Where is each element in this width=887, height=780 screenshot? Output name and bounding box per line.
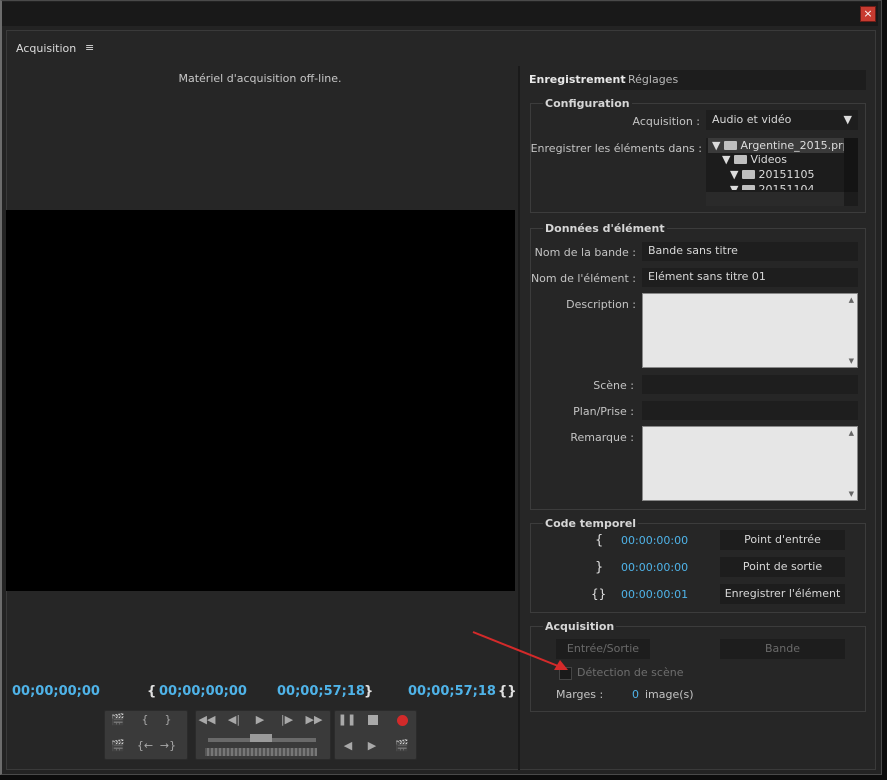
video-preview — [6, 210, 515, 591]
step-forward-icon[interactable]: |▶ — [277, 713, 297, 726]
acquisition-dropdown[interactable]: Audio et vidéo ▼ — [706, 110, 858, 130]
tree-item-project[interactable]: ▼ Argentine_2015.prp — [712, 139, 844, 152]
goto-in-point-button[interactable]: {← — [135, 739, 155, 752]
in-point-value[interactable]: 00:00:00:00 — [621, 534, 688, 547]
clip-name-label: Nom de l'élément : — [530, 272, 636, 285]
scroll-up-icon[interactable]: ▲ — [849, 296, 854, 304]
folder-icon — [741, 170, 755, 179]
current-timecode[interactable]: 00;00;00;00 — [12, 684, 100, 699]
acquisition-label: Acquisition : — [632, 115, 700, 128]
config-title: Configuration — [543, 97, 632, 110]
duration-icon: {} — [498, 684, 517, 699]
description-field[interactable]: ▲ ▼ — [642, 293, 858, 368]
shot-take-label: Plan/Prise : — [573, 405, 634, 418]
prev-scene-icon[interactable]: ◀ — [338, 739, 358, 752]
out-point-icon: } — [595, 560, 604, 575]
panel-title: Acquisition — [16, 42, 77, 55]
stop-icon[interactable] — [368, 715, 378, 725]
comment-field[interactable]: ▲ ▼ — [642, 426, 858, 501]
tape-name-field[interactable]: Bande sans titre — [642, 242, 858, 261]
scene-label: Scène : — [593, 379, 634, 392]
tape-button[interactable]: Bande — [720, 639, 845, 659]
tab-logging[interactable]: Enregistrement — [524, 70, 626, 90]
annotation-arrow-icon — [472, 631, 568, 670]
out-timecode[interactable]: 00;00;57;18 — [277, 684, 365, 699]
clip-name-field[interactable]: Elément sans titre 01 — [642, 268, 858, 287]
margins-value[interactable]: 0 — [632, 688, 639, 701]
tree-hscrollbar[interactable] — [706, 192, 844, 206]
expand-icon: ▼ — [712, 139, 721, 152]
margins-label: Marges : — [556, 688, 604, 701]
title-bar[interactable] — [2, 2, 878, 26]
timecode-title: Code temporel — [543, 517, 639, 530]
record-icon[interactable] — [397, 715, 408, 726]
close-button[interactable]: × — [860, 6, 876, 22]
duration-value[interactable]: 00:00:00:01 — [621, 588, 688, 601]
shuttle-handle[interactable] — [250, 734, 272, 742]
clip-data-title: Données d'élément — [543, 222, 667, 235]
play-icon[interactable]: ▶ — [250, 713, 270, 726]
acquisition-value: Audio et vidéo — [712, 113, 792, 126]
set-out-button[interactable]: } — [158, 713, 178, 726]
scroll-up-icon[interactable]: ▲ — [849, 429, 854, 437]
goto-out-point-button[interactable]: →} — [158, 739, 178, 752]
description-label: Description : — [566, 298, 636, 311]
scene-field[interactable] — [642, 375, 858, 394]
scene-search-icon[interactable]: 🎬 — [392, 739, 412, 752]
duration-icon: {} — [591, 587, 607, 601]
pause-icon[interactable]: ❚❚ — [337, 713, 357, 726]
scroll-down-icon[interactable]: ▼ — [849, 357, 854, 365]
margins-unit: image(s) — [645, 688, 694, 701]
in-point-icon: { — [147, 684, 157, 699]
out-point-icon: } — [364, 684, 374, 699]
duration-timecode[interactable]: 00;00;57;18 — [408, 684, 496, 699]
bin-tree[interactable]: ▼ Argentine_2015.prp ▼ Videos ▼ 20151105… — [706, 138, 858, 206]
offline-message: Matériel d'acquisition off-line. — [178, 72, 342, 85]
expand-icon: ▼ — [730, 168, 739, 181]
tree-item-20151105[interactable]: ▼ 20151105 — [730, 168, 814, 181]
set-in-button[interactable]: { — [135, 713, 155, 726]
panel-menu-icon[interactable]: ≡ — [85, 41, 94, 54]
folder-icon — [733, 155, 747, 164]
set-out-point-button[interactable]: Point de sortie — [720, 557, 845, 577]
scroll-down-icon[interactable]: ▼ — [849, 490, 854, 498]
scene-detect-label: Détection de scène — [577, 666, 684, 679]
go-to-in-icon[interactable]: 🎬 — [108, 713, 128, 726]
comment-label: Remarque : — [570, 431, 634, 444]
expand-icon: ▼ — [722, 153, 731, 166]
fast-forward-icon[interactable]: ▶▶ — [304, 713, 324, 726]
step-back-icon[interactable]: ◀| — [224, 713, 244, 726]
folder-icon — [741, 185, 755, 190]
dropdown-arrow-icon: ▼ — [843, 113, 852, 126]
in-timecode[interactable]: 00;00;00;00 — [159, 684, 247, 699]
expand-icon: ▼ — [730, 183, 739, 190]
in-point-icon: { — [595, 533, 604, 548]
save-clips-label: Enregistrer les éléments dans : — [530, 142, 702, 155]
log-clip-button[interactable]: Enregistrer l'élément — [720, 584, 845, 604]
tree-item-videos[interactable]: ▼ Videos — [722, 153, 787, 166]
tree-vscrollbar[interactable] — [844, 138, 858, 192]
out-point-value[interactable]: 00:00:00:00 — [621, 561, 688, 574]
set-in-point-button[interactable]: Point d'entrée — [720, 530, 845, 550]
tree-item-20151104[interactable]: ▼ 20151104 — [730, 183, 814, 190]
tape-name-label: Nom de la bande : — [534, 246, 636, 259]
jog-wheel[interactable] — [205, 748, 317, 756]
shot-take-field[interactable] — [642, 401, 858, 420]
go-to-out-icon[interactable]: 🎬 — [108, 739, 128, 752]
folder-icon — [723, 141, 737, 150]
rewind-icon[interactable]: ◀◀ — [197, 713, 217, 726]
tab-settings[interactable]: Réglages — [628, 70, 678, 90]
next-scene-icon[interactable]: ▶ — [362, 739, 382, 752]
